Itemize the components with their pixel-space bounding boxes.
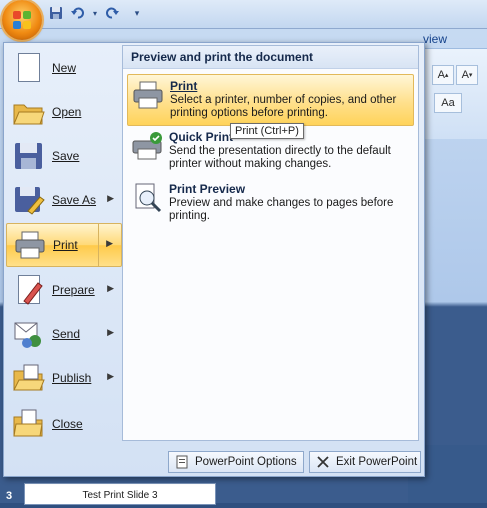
menu-item-publish[interactable]: Publish ▶	[6, 357, 122, 399]
undo-icon[interactable]	[70, 5, 86, 21]
submenu-arrow-icon: ▶	[107, 371, 114, 381]
submenu-arrow-icon: ▶	[107, 327, 114, 337]
submenu-heading: Preview and print the document	[123, 46, 418, 69]
submenu-item-print-preview[interactable]: Print Preview Preview and make changes t…	[127, 178, 412, 228]
print-dialog-icon	[132, 79, 164, 111]
quick-access-toolbar: ▾ ▾	[48, 5, 142, 21]
print-preview-icon	[131, 182, 163, 214]
menu-item-open[interactable]: Open	[6, 91, 122, 133]
menu-item-save[interactable]: Save	[6, 135, 122, 177]
redo-icon[interactable]	[104, 5, 120, 21]
powerpoint-options-button[interactable]: PowerPoint Options	[168, 451, 304, 473]
quick-print-icon	[131, 130, 163, 162]
submenu-item-title: Print	[170, 79, 198, 93]
menu-item-label: New	[52, 61, 77, 75]
slide-thumbnail[interactable]: Test Print Slide 3	[24, 483, 216, 505]
options-label: PowerPoint Options	[195, 456, 297, 468]
menu-item-label: Close	[52, 417, 83, 431]
office-menu-footer: PowerPoint Options Exit PowerPoint	[4, 446, 424, 476]
menu-item-label: Open	[52, 105, 82, 119]
undo-dropdown-icon[interactable]: ▾	[92, 5, 98, 21]
new-document-icon	[12, 51, 46, 85]
slide-number: 3	[6, 490, 13, 502]
submenu-item-title: Quick Print	[169, 130, 234, 144]
office-menu-commands: New Open Save Save As ▶ Print ▶ Prepare …	[6, 45, 122, 447]
print-submenu: Preview and print the document Print Sel…	[122, 45, 419, 441]
print-tooltip: Print (Ctrl+P)	[230, 123, 304, 139]
slide-caption: Test Print Slide 3	[82, 490, 158, 501]
menu-item-label: Save As	[52, 193, 97, 207]
open-folder-icon	[12, 95, 46, 129]
submenu-item-description: Send the presentation directly to the de…	[169, 145, 391, 170]
menu-item-save-as[interactable]: Save As ▶	[6, 179, 122, 221]
options-document-icon	[175, 455, 189, 469]
menu-item-send[interactable]: Send ▶	[6, 313, 122, 355]
split-divider	[98, 224, 99, 266]
menu-item-label: Print	[53, 238, 78, 252]
prepare-icon	[12, 273, 46, 307]
save-as-icon	[12, 183, 46, 217]
printer-icon	[13, 228, 47, 262]
submenu-arrow-icon: ▶	[107, 283, 114, 293]
close-folder-icon	[12, 407, 46, 441]
submenu-item-description: Select a printer, number of copies, and …	[170, 94, 397, 119]
exit-powerpoint-button[interactable]: Exit PowerPoint	[309, 451, 421, 473]
ribbon-area: A ▴ A ▾ Aa	[420, 48, 487, 139]
publish-icon	[12, 361, 46, 395]
office-menu: New Open Save Save As ▶ Print ▶ Prepare …	[3, 42, 425, 477]
exit-label: Exit PowerPoint	[336, 456, 418, 468]
menu-item-new[interactable]: New	[6, 47, 122, 89]
send-icon	[12, 317, 46, 351]
grow-font-icon[interactable]: A ▴	[432, 65, 454, 85]
submenu-item-description: Preview and make changes to pages before…	[169, 197, 394, 222]
save-icon[interactable]	[48, 5, 64, 21]
ribbon-tab-view-partial[interactable]: view	[423, 32, 447, 46]
customize-toolbar-icon[interactable]: ▾	[132, 5, 142, 21]
submenu-arrow-icon: ▶	[107, 193, 114, 203]
menu-item-label: Prepare	[52, 283, 95, 297]
submenu-item-print[interactable]: Print Select a printer, number of copies…	[127, 74, 414, 126]
submenu-item-title: Print Preview	[169, 182, 246, 196]
menu-item-label: Save	[52, 149, 80, 163]
close-x-icon	[316, 455, 330, 469]
office-logo-icon	[13, 11, 31, 29]
save-disk-icon	[12, 139, 46, 173]
menu-item-prepare[interactable]: Prepare ▶	[6, 269, 122, 311]
menu-item-label: Publish	[52, 371, 92, 385]
menu-item-print[interactable]: Print ▶	[6, 223, 122, 267]
menu-item-close[interactable]: Close	[6, 403, 122, 445]
change-case-icon[interactable]: Aa	[434, 93, 462, 113]
menu-item-label: Send	[52, 327, 81, 341]
shrink-font-icon[interactable]: A ▾	[456, 65, 478, 85]
submenu-arrow-icon[interactable]: ▶	[106, 238, 113, 249]
office-button[interactable]	[2, 0, 42, 40]
